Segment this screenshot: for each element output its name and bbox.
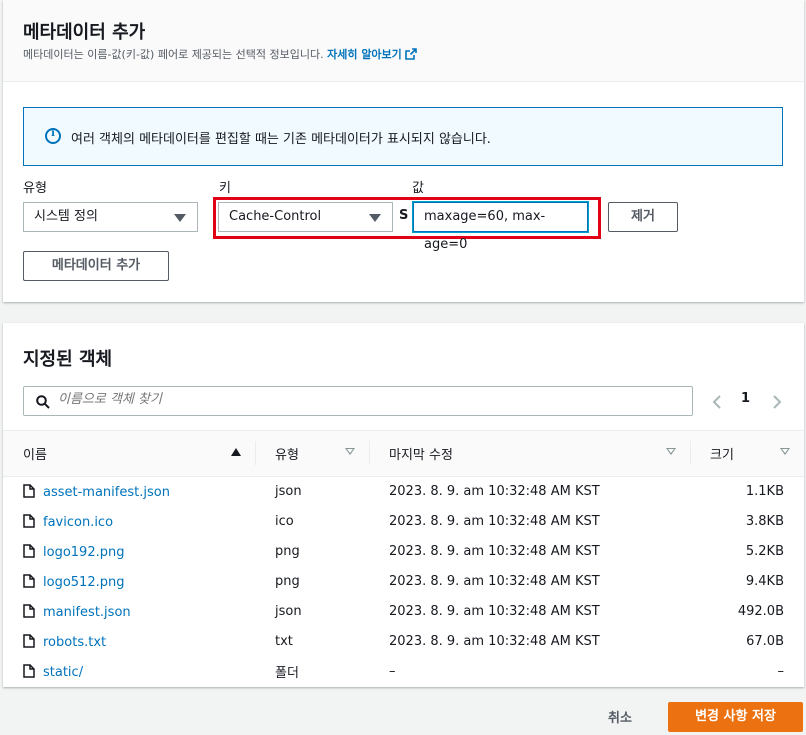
cell-type: json — [275, 484, 302, 500]
cell-type: png — [275, 574, 300, 589]
cancel-button[interactable]: 취소 — [608, 707, 632, 726]
file-icon — [23, 484, 35, 498]
cell-modified: – — [389, 664, 396, 679]
file-icon — [23, 543, 35, 558]
column-modified-label: 마지막 수정 — [389, 448, 453, 463]
value-input-text: maxage=60, max-age=0 — [424, 209, 546, 252]
cell-type: ico — [275, 514, 294, 529]
cell-size: 67.0B — [746, 634, 784, 649]
value-label: 값 — [412, 181, 424, 196]
metadata-description: 메타데이터는 이름-값(키-값) 페어로 제공되는 선택적 정보입니다. 자세히… — [23, 46, 417, 62]
add-metadata-button[interactable]: 메타데이터 추가 — [23, 251, 169, 281]
column-header-modified[interactable]: 마지막 수정 — [369, 430, 690, 477]
cell-name: static/ — [3, 657, 255, 687]
metadata-panel: 메타데이터 추가 메타데이터는 이름-값(키-값) 페어로 제공되는 선택적 정… — [3, 0, 804, 302]
type-select-value: 시스템 정의 — [34, 209, 98, 224]
cell-name: favicon.ico — [3, 507, 255, 537]
object-link[interactable]: manifest.json — [43, 605, 131, 620]
cell-name: asset-manifest.json — [3, 477, 255, 507]
cell-modified: 2023. 8. 9. am 10:32:48 AM KST — [389, 604, 600, 619]
sort-icon — [780, 448, 790, 455]
cell-size: 5.2KB — [745, 544, 784, 559]
cell-size: 9.4KB — [745, 574, 784, 589]
learn-more-link[interactable]: 자세히 알아보기 — [327, 48, 417, 61]
objects-title: 지정된 객체 — [23, 349, 113, 370]
cell-modified: 2023. 8. 9. am 10:32:48 AM KST — [389, 544, 600, 559]
search-input[interactable] — [58, 392, 658, 407]
learn-more-label: 자세히 알아보기 — [327, 48, 402, 61]
table-row[interactable]: asset-manifest.json json 2023. 8. 9. am 10… — [3, 477, 804, 507]
file-icon — [23, 603, 35, 618]
type-label: 유형 — [23, 181, 47, 196]
object-link[interactable]: asset-manifest.json — [43, 485, 170, 500]
metadata-title: 메타데이터 추가 — [23, 22, 146, 43]
cell-name: logo192.png — [3, 537, 255, 567]
cell-type: json — [275, 604, 302, 619]
file-icon — [23, 633, 35, 648]
info-text: 여러 객체의 메타데이터를 편집할 때는 기존 메타데이터가 표시되지 않습니다… — [71, 132, 491, 147]
object-link[interactable]: robots.txt — [43, 635, 106, 650]
column-header-type[interactable]: 유형 — [255, 430, 369, 477]
type-select[interactable]: 시스템 정의 — [23, 202, 198, 232]
page-number[interactable]: 1 — [741, 391, 750, 406]
cell-size: 3.8KB — [745, 514, 784, 529]
cell-name: robots.txt — [3, 627, 255, 657]
key-select[interactable]: Cache-Control — [218, 202, 393, 232]
cell-modified: 2023. 8. 9. am 10:32:48 AM KST — [389, 634, 600, 649]
cell-modified: 2023. 8. 9. am 10:32:48 AM KST — [389, 574, 600, 589]
cell-size: 492.0B — [737, 604, 784, 619]
table-row[interactable]: manifest.json json 2023. 8. 9. am 10:32:48… — [3, 597, 804, 627]
cell-type: txt — [275, 634, 293, 649]
metadata-panel-header: 메타데이터 추가 메타데이터는 이름-값(키-값) 페어로 제공되는 선택적 정… — [3, 0, 804, 82]
column-name-label: 이름 — [23, 448, 47, 463]
cell-modified: 2023. 8. 9. am 10:32:48 AM KST — [389, 514, 600, 529]
object-link[interactable]: logo192.png — [43, 545, 124, 560]
info-alert: 여러 객체의 메타데이터를 편집할 때는 기존 메타데이터가 표시되지 않습니다… — [23, 107, 783, 166]
object-link[interactable]: logo512.png — [43, 575, 124, 590]
table-header-row: 이름 유형 마지막 수정 크기 — [3, 430, 804, 477]
cell-size: – — [777, 664, 785, 679]
sort-ascending-icon — [231, 448, 241, 456]
chevron-down-icon — [369, 214, 381, 222]
value-input[interactable]: maxage=60, max-age=0 — [413, 202, 588, 252]
cell-size: 1.1KB — [745, 484, 784, 500]
key-label: 키 — [219, 181, 231, 196]
file-icon — [23, 573, 35, 588]
cell-name: logo512.png — [3, 567, 255, 597]
file-icon — [23, 663, 35, 678]
object-link[interactable]: static/ — [43, 665, 83, 680]
file-icon — [23, 513, 35, 528]
column-header-size[interactable]: 크기 — [690, 430, 804, 477]
search-box[interactable] — [23, 386, 693, 416]
table-row[interactable]: static/폴더 – – — [3, 657, 804, 687]
search-icon — [36, 395, 50, 409]
table-row[interactable]: robots.txt txt 2023. 8. 9. am 10:32:48 AM … — [3, 627, 804, 657]
sort-icon — [345, 448, 355, 455]
objects-panel: 지정된 객체 1 이름 유형 마지막 수정 크기 asset-manifest.… — [3, 323, 804, 687]
column-type-label: 유형 — [275, 448, 299, 463]
save-changes-button[interactable]: 변경 사항 저장 — [668, 702, 803, 732]
info-icon — [45, 128, 61, 144]
table-row[interactable]: logo192.png png 2023. 8. 9. am 10:32:48 AM… — [3, 537, 804, 567]
column-size-label: 크기 — [710, 448, 734, 463]
cell-name: manifest.json — [3, 597, 255, 627]
external-link-icon — [404, 48, 417, 60]
table-row[interactable]: favicon.ico ico 2023. 8. 9. am 10:32:48 AM… — [3, 507, 804, 537]
remove-button[interactable]: 제거 — [608, 202, 678, 232]
key-select-value: Cache-Control — [229, 209, 322, 224]
cell-modified: 2023. 8. 9. am 10:32:48 AM KST — [389, 484, 600, 500]
description-text: 메타데이터는 이름-값(키-값) 페어로 제공되는 선택적 정보입니다. — [23, 48, 324, 61]
objects-table: 이름 유형 마지막 수정 크기 asset-manifest.json json 2… — [3, 430, 804, 687]
object-link[interactable]: favicon.ico — [43, 515, 113, 530]
chevron-left-icon[interactable] — [712, 394, 722, 410]
chevron-down-icon — [174, 214, 186, 222]
cell-type: png — [275, 544, 300, 559]
cell-type: 폴더 — [275, 666, 299, 681]
sort-icon — [666, 448, 676, 455]
column-header-name[interactable]: 이름 — [3, 430, 255, 477]
table-row[interactable]: logo512.png png 2023. 8. 9. am 10:32:48 AM… — [3, 567, 804, 597]
cursor-indicator-icon: S — [399, 208, 409, 223]
chevron-right-icon[interactable] — [772, 394, 782, 410]
